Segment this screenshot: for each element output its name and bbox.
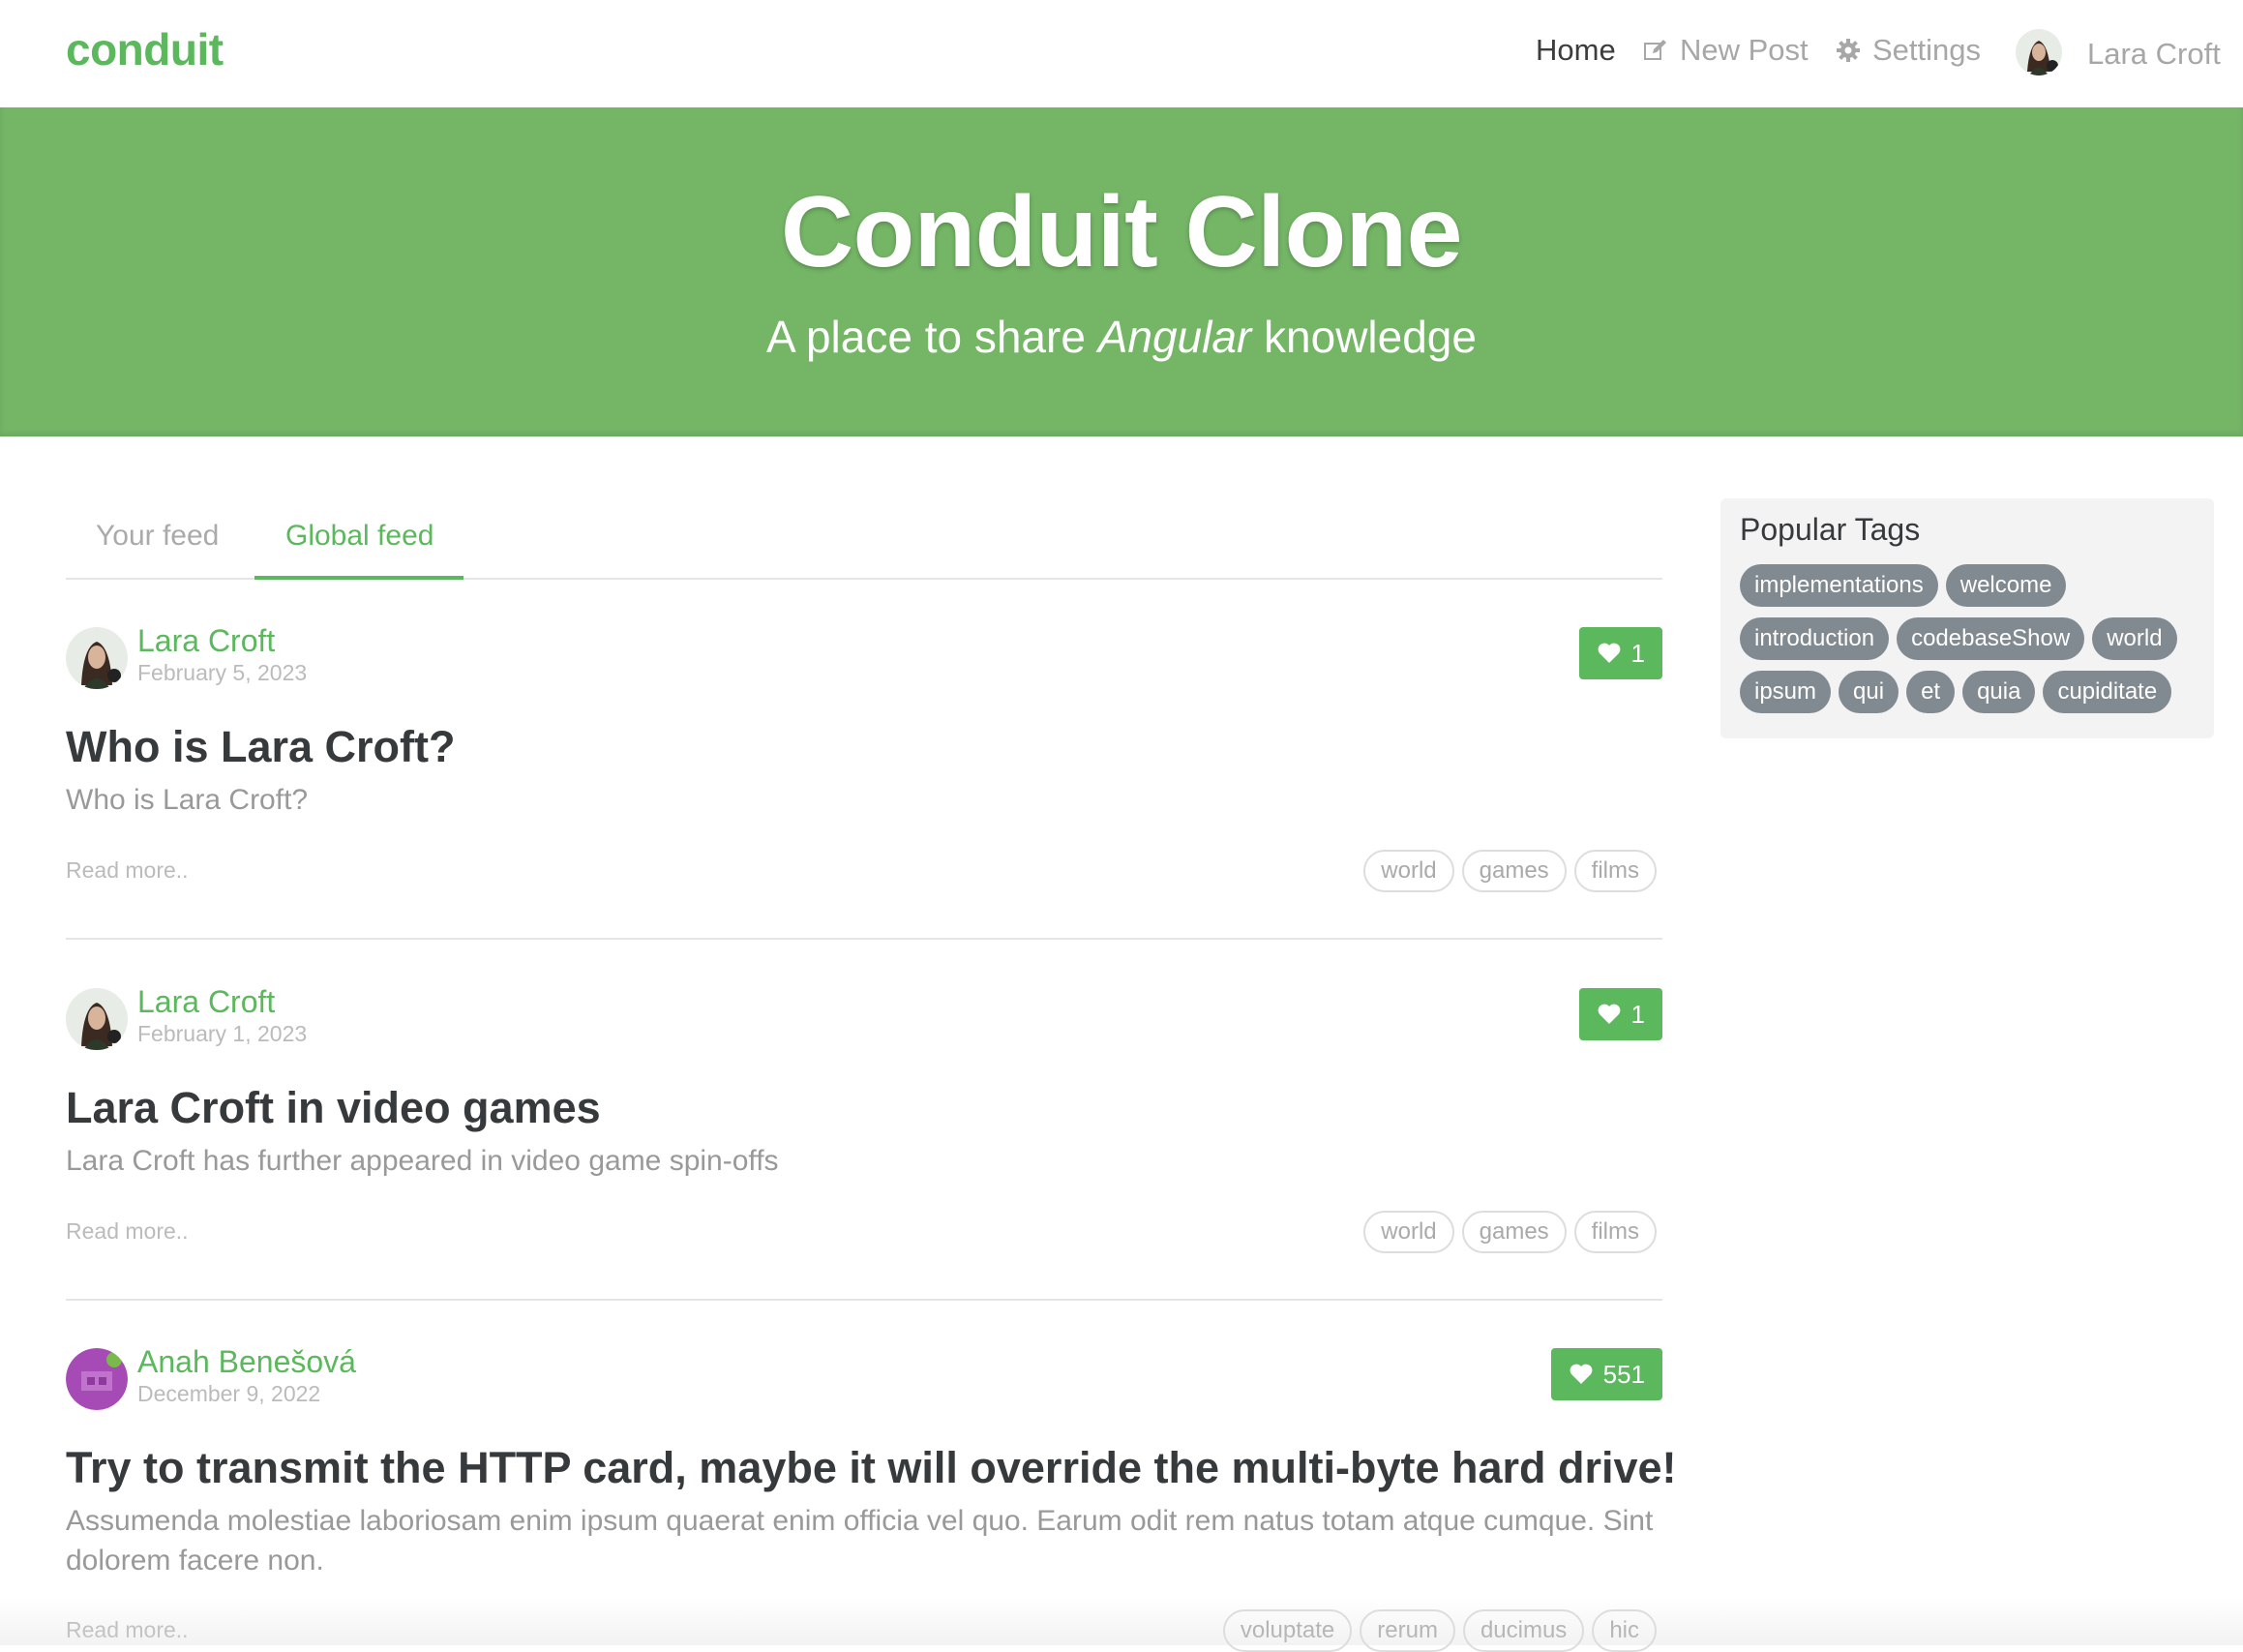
read-more-link[interactable]: Read more..: [66, 857, 189, 884]
popular-tag[interactable]: cupiditate: [2043, 671, 2172, 713]
active-tab-indicator: [254, 576, 464, 580]
author-name[interactable]: Lara Croft: [137, 984, 275, 1020]
popular-tag[interactable]: world: [2092, 617, 2177, 660]
article-tag: hic: [1592, 1609, 1657, 1652]
nav-new-post-label: New Post: [1680, 33, 1809, 67]
article-tag: ducimus: [1462, 1609, 1585, 1652]
author-avatar[interactable]: [66, 1348, 128, 1410]
hero-banner: Conduit Clone A place to share Angular k…: [0, 107, 2243, 436]
article-tag: world: [1363, 850, 1454, 892]
sidebar-title: Popular Tags: [1740, 512, 1921, 547]
popular-tags-sidebar: Popular Tags implementations welcome int…: [1720, 498, 2214, 738]
read-more-link[interactable]: Read more..: [66, 1218, 189, 1245]
read-more-link[interactable]: Read more..: [66, 1617, 189, 1643]
article-tag: games: [1461, 1211, 1567, 1253]
article-preview: Lara Croft February 5, 2023 1 Who is Lar…: [66, 623, 1662, 937]
tag-row: implementations welcome: [1740, 564, 2067, 607]
nav-home-label: Home: [1536, 33, 1616, 67]
article-tag: films: [1573, 1211, 1657, 1253]
favorite-button[interactable]: 1: [1578, 988, 1662, 1040]
popular-tag[interactable]: introduction: [1740, 617, 1890, 660]
article-preview: Anah Benešová December 9, 2022 551 Try t…: [66, 1344, 1677, 1652]
article-date: February 5, 2023: [137, 660, 308, 685]
banner-subtitle: A place to share Angular knowledge: [0, 311, 2243, 363]
article-tag: films: [1573, 850, 1657, 892]
article-preview: Lara Croft February 1, 2023 1 Lara Croft…: [66, 984, 1662, 1298]
banner-subtitle-pre: A place to share: [766, 312, 1098, 362]
banner-subtitle-em: Angular: [1097, 312, 1252, 362]
nav-user-label: Lara Croft: [2087, 37, 2221, 71]
favorite-count: 1: [1630, 999, 1645, 1029]
popular-tag[interactable]: qui: [1839, 671, 1899, 713]
article-title[interactable]: Who is Lara Croft?: [66, 722, 456, 772]
nav-home-link[interactable]: Home: [1536, 33, 1616, 68]
tag-list: voluptate rerum ducimus hic: [1222, 1609, 1657, 1652]
popular-tag[interactable]: ipsum: [1740, 671, 1832, 713]
heart-icon: [1570, 1364, 1593, 1384]
article-date: February 1, 2023: [137, 1021, 308, 1046]
navbar: conduit Home New Post Settings Lara Crof…: [0, 0, 2243, 107]
article-date: December 9, 2022: [137, 1381, 321, 1406]
nav-profile-link[interactable]: Lara Croft: [2016, 29, 2221, 75]
user-avatar: [2016, 29, 2062, 75]
author-avatar[interactable]: [66, 627, 128, 689]
article-description: Assumenda molestiae laboriosam enim ipsu…: [66, 1505, 1654, 1577]
favorite-count: 1: [1630, 638, 1645, 668]
article-divider: [66, 938, 1662, 940]
author-name[interactable]: Anah Benešová: [137, 1344, 356, 1380]
tag-row: ipsum qui et quia cupiditate: [1740, 671, 2172, 713]
article-tag: voluptate: [1222, 1609, 1353, 1652]
favorite-button[interactable]: 551: [1550, 1348, 1662, 1400]
article-description: Lara Croft has further appeared in video…: [66, 1145, 779, 1177]
feed-tabs: Your feed Global feed: [66, 498, 1662, 580]
article-description: Who is Lara Croft?: [66, 784, 309, 816]
article-tag: world: [1363, 1211, 1454, 1253]
edit-icon: [1644, 40, 1666, 60]
popular-tag[interactable]: implementations: [1740, 564, 1938, 607]
tag-row: introduction codebaseShow world: [1740, 617, 2177, 660]
banner-title: Conduit Clone: [780, 176, 1463, 288]
nav-settings-label: Settings: [1872, 33, 1982, 67]
brand-logo[interactable]: conduit: [66, 23, 224, 75]
article-divider: [66, 1299, 1662, 1301]
tab-global-feed[interactable]: Global feed: [285, 520, 434, 553]
popular-tag[interactable]: welcome: [1945, 564, 2067, 607]
popular-tag[interactable]: codebaseShow: [1897, 617, 2085, 660]
tag-list: world games films: [1363, 1211, 1657, 1253]
article-title[interactable]: Lara Croft in video games: [66, 1083, 601, 1133]
favorite-count: 551: [1602, 1359, 1645, 1389]
nav-settings-link[interactable]: Settings: [1836, 33, 1981, 68]
favorite-button[interactable]: 1: [1578, 627, 1662, 679]
tag-list: world games films: [1363, 850, 1657, 892]
article-tag: games: [1461, 850, 1567, 892]
heart-icon: [1598, 1004, 1620, 1024]
author-avatar[interactable]: [66, 988, 128, 1050]
article-title[interactable]: Try to transmit the HTTP card, maybe it …: [66, 1443, 1677, 1493]
tab-your-feed[interactable]: Your feed: [96, 520, 219, 553]
author-name[interactable]: Lara Croft: [137, 623, 275, 659]
popular-tag[interactable]: quia: [1962, 671, 2036, 713]
banner-subtitle-post: knowledge: [1251, 312, 1477, 362]
nav-new-post-link[interactable]: New Post: [1643, 33, 1809, 68]
article-tag: rerum: [1360, 1609, 1455, 1652]
gear-icon: [1837, 39, 1860, 62]
heart-icon: [1598, 643, 1620, 663]
popular-tag[interactable]: et: [1906, 671, 1956, 713]
